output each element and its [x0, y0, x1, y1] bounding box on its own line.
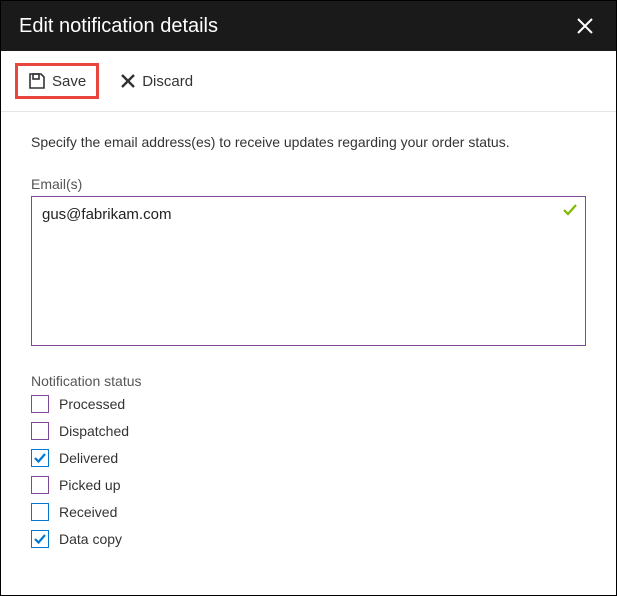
status-item[interactable]: Dispatched	[31, 422, 586, 440]
status-item-label: Picked up	[59, 477, 120, 493]
emails-field-label: Email(s)	[31, 176, 586, 192]
emails-input[interactable]	[31, 196, 586, 346]
checkbox[interactable]	[31, 395, 49, 413]
checkbox[interactable]	[31, 422, 49, 440]
discard-x-icon	[120, 73, 136, 89]
status-item[interactable]: Data copy	[31, 530, 586, 548]
instruction-text: Specify the email address(es) to receive…	[31, 134, 586, 150]
toolbar: Save Discard	[1, 51, 616, 112]
status-item[interactable]: Received	[31, 503, 586, 521]
discard-button[interactable]: Discard	[107, 64, 206, 99]
save-button-label: Save	[52, 73, 86, 90]
status-item[interactable]: Picked up	[31, 476, 586, 494]
discard-button-label: Discard	[142, 73, 193, 90]
panel-title: Edit notification details	[19, 15, 218, 38]
status-item[interactable]: Delivered	[31, 449, 586, 467]
save-button[interactable]: Save	[15, 63, 99, 99]
notification-status-list: Processed Dispatched Delivered Picked up Rec…	[31, 395, 586, 548]
checkbox[interactable]	[31, 503, 49, 521]
notification-status-label: Notification status	[31, 373, 586, 389]
checkbox[interactable]	[31, 476, 49, 494]
checkbox[interactable]	[31, 530, 49, 548]
close-button[interactable]	[572, 13, 598, 39]
status-item-label: Data copy	[59, 531, 122, 547]
status-item-label: Delivered	[59, 450, 118, 466]
checkmark-icon	[562, 202, 578, 218]
emails-field-wrapper	[31, 196, 586, 349]
panel-body: Specify the email address(es) to receive…	[1, 112, 616, 548]
status-item-label: Processed	[59, 396, 125, 412]
close-icon	[576, 17, 594, 35]
save-icon	[28, 72, 46, 90]
status-item-label: Received	[59, 504, 117, 520]
checkbox[interactable]	[31, 449, 49, 467]
status-item-label: Dispatched	[59, 423, 129, 439]
status-item[interactable]: Processed	[31, 395, 586, 413]
titlebar: Edit notification details	[1, 1, 616, 51]
